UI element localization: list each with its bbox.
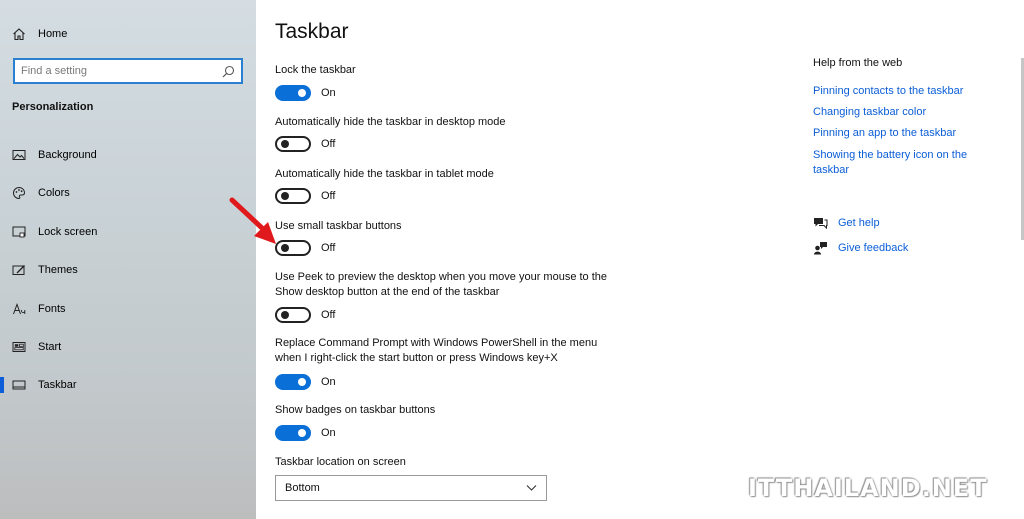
- setting-powershell: On: [275, 373, 336, 391]
- active-indicator: [0, 377, 4, 393]
- feedback-person-icon: [813, 241, 829, 255]
- select-value: Bottom: [285, 482, 320, 494]
- setting-label-autohide-tablet: Automatically hide the taskbar in tablet…: [275, 168, 494, 180]
- help-title: Help from the web: [813, 57, 903, 69]
- home-icon: [13, 28, 25, 41]
- image-icon: [12, 148, 26, 162]
- toggle-knob: [298, 378, 306, 386]
- sidebar-item-label: Colors: [38, 187, 70, 199]
- palette-icon: [12, 186, 26, 200]
- toggle-state-text: Off: [321, 138, 336, 150]
- watermark: ITTHAILAND.NET: [748, 474, 988, 502]
- sidebar-item-label: Themes: [38, 264, 78, 276]
- settings-sidebar: Home Find a setting Personalization Back…: [0, 0, 256, 519]
- fonts-icon: [12, 302, 26, 316]
- sidebar-item-label: Start: [38, 341, 62, 353]
- setting-badges: On: [275, 424, 336, 442]
- get-help-label: Get help: [838, 217, 880, 229]
- sidebar-item-label: Fonts: [38, 303, 66, 315]
- location-label: Taskbar location on screen: [275, 456, 406, 468]
- setting-small-buttons: Off: [275, 239, 335, 257]
- toggle-state-text: Off: [321, 242, 336, 254]
- page-title: Taskbar: [275, 20, 349, 43]
- help-link-battery-icon[interactable]: Showing the battery icon on the taskbar: [813, 148, 988, 178]
- badges-toggle[interactable]: [275, 425, 311, 441]
- toggle-state-text: On: [321, 376, 336, 388]
- give-feedback-link[interactable]: Give feedback: [813, 240, 908, 256]
- sidebar-item-taskbar[interactable]: Taskbar: [0, 373, 256, 397]
- sidebar-item-themes[interactable]: Themes: [0, 258, 256, 282]
- get-help-link[interactable]: Get help: [813, 215, 880, 231]
- setting-autohide-desktop: Off: [275, 135, 335, 153]
- lock-screen-icon: [12, 225, 26, 239]
- search-placeholder: Find a setting: [21, 65, 88, 77]
- toggle-state-text: On: [321, 87, 336, 99]
- toggle-state-text: Off: [321, 309, 336, 321]
- sidebar-item-start[interactable]: Start: [0, 335, 256, 359]
- powershell-toggle[interactable]: [275, 374, 311, 390]
- sidebar-item-background[interactable]: Background: [0, 143, 256, 167]
- section-title: Personalization: [12, 101, 94, 113]
- toggle-state-text: Off: [321, 190, 336, 202]
- taskbar-location-select[interactable]: Bottom: [275, 475, 547, 501]
- chevron-down-icon: [526, 485, 537, 491]
- search-icon: [222, 65, 235, 77]
- toggle-knob: [298, 429, 306, 437]
- home-nav-item[interactable]: Home: [12, 24, 67, 44]
- setting-peek: Off: [275, 306, 335, 324]
- taskbar-icon: [12, 378, 26, 392]
- sidebar-item-lock-screen[interactable]: Lock screen: [0, 220, 256, 244]
- chat-help-icon: [813, 216, 829, 230]
- sidebar-item-label: Lock screen: [38, 226, 98, 238]
- give-feedback-label: Give feedback: [838, 242, 909, 254]
- themes-icon: [12, 263, 26, 277]
- search-input[interactable]: Find a setting: [13, 58, 243, 84]
- setting-label-autohide-desktop: Automatically hide the taskbar in deskto…: [275, 116, 506, 128]
- autohide-tablet-toggle[interactable]: [275, 188, 311, 204]
- peek-toggle[interactable]: [275, 307, 311, 323]
- taskbar-settings-page: Taskbar Lock the taskbar On Automaticall…: [256, 0, 1024, 519]
- sidebar-item-label: Background: [38, 149, 97, 161]
- setting-autohide-tablet: Off: [275, 187, 335, 205]
- sidebar-item-colors[interactable]: Colors: [0, 181, 256, 205]
- lock-taskbar-toggle[interactable]: [275, 85, 311, 101]
- toggle-knob: [281, 311, 289, 319]
- setting-label-lock-taskbar: Lock the taskbar: [275, 64, 356, 76]
- help-link-pinning-app[interactable]: Pinning an app to the taskbar: [813, 126, 988, 141]
- toggle-knob: [298, 89, 306, 97]
- setting-label-powershell: Replace Command Prompt with Windows Powe…: [275, 337, 598, 364]
- annotation-arrow-icon: [229, 197, 276, 244]
- autohide-desktop-toggle[interactable]: [275, 136, 311, 152]
- setting-label-badges: Show badges on taskbar buttons: [275, 404, 436, 416]
- help-link-pinning-contacts[interactable]: Pinning contacts to the taskbar: [813, 84, 988, 99]
- home-label: Home: [38, 28, 68, 40]
- toggle-knob: [281, 244, 289, 252]
- setting-label-small-buttons: Use small taskbar buttons: [275, 220, 402, 232]
- toggle-knob: [281, 140, 289, 148]
- sidebar-item-fonts[interactable]: Fonts: [0, 297, 256, 321]
- help-link-taskbar-color[interactable]: Changing taskbar color: [813, 105, 988, 120]
- sidebar-item-label: Taskbar: [38, 379, 77, 391]
- setting-label-peek: Use Peek to preview the desktop when you…: [275, 271, 608, 298]
- small-buttons-toggle[interactable]: [275, 240, 311, 256]
- toggle-state-text: On: [321, 427, 336, 439]
- setting-lock-taskbar: On: [275, 84, 336, 102]
- toggle-knob: [281, 192, 289, 200]
- start-icon: [12, 340, 26, 354]
